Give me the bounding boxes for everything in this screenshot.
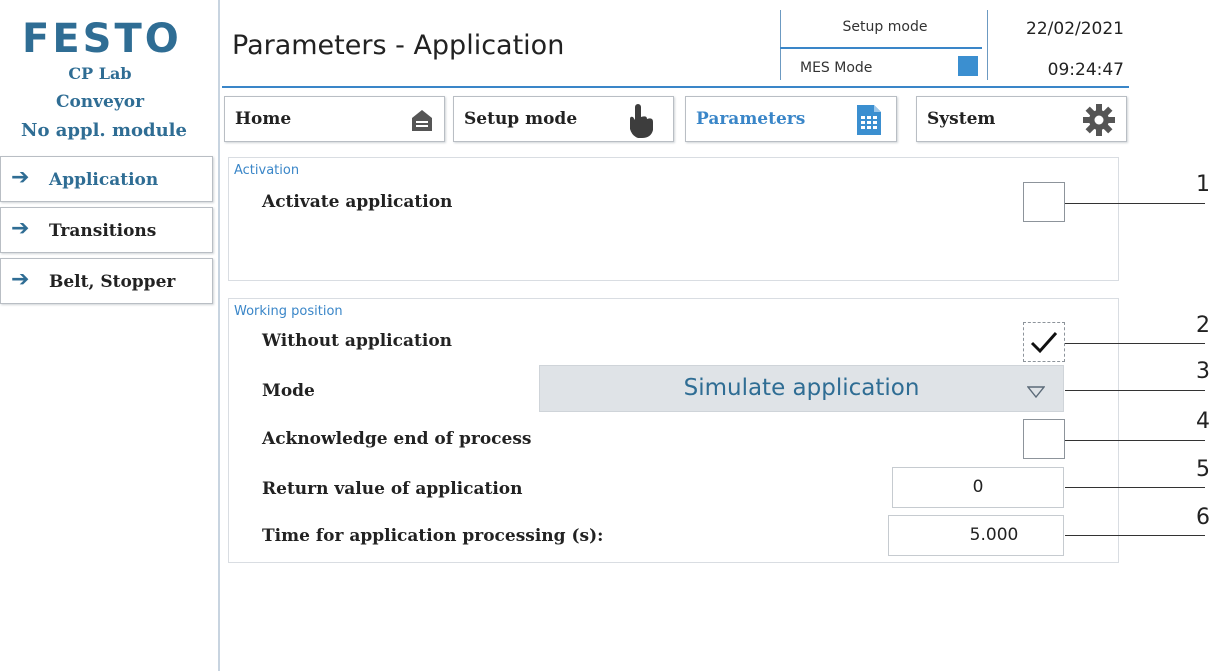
callout-line <box>1065 343 1205 344</box>
festo-logo-text: FESTO <box>22 18 182 58</box>
time-display: 09:24:47 <box>1047 60 1124 80</box>
callout-number: 5 <box>1196 457 1210 482</box>
callout-number: 2 <box>1196 313 1210 338</box>
hand-pointer-icon <box>626 103 656 143</box>
arrow-right-icon: ➔ <box>11 267 30 292</box>
setup-mode-status: Setup mode <box>842 19 928 35</box>
sidebar-item-label: Belt, Stopper <box>49 272 176 292</box>
header-underline <box>222 86 1129 88</box>
sidebar-item-transitions[interactable]: ➔ Transitions <box>0 207 213 253</box>
mode-divider <box>780 47 982 49</box>
festo-logo: FESTO <box>22 16 194 62</box>
gear-icon <box>1083 104 1115 140</box>
working-position-group-title: Working position <box>234 304 343 319</box>
mode-label: Mode <box>262 381 315 401</box>
system-button[interactable]: System <box>916 96 1127 142</box>
parameters-button[interactable]: Parameters <box>685 96 897 142</box>
setup-mode-button[interactable]: Setup mode <box>453 96 674 142</box>
home-button[interactable]: Home <box>224 96 445 142</box>
callout-number: 6 <box>1196 505 1210 530</box>
mode-dropdown[interactable]: Simulate application <box>539 365 1064 412</box>
arrow-right-icon: ➔ <box>11 165 30 190</box>
callout-number: 4 <box>1196 409 1210 434</box>
station-name: CP Lab <box>68 64 132 83</box>
activate-application-label: Activate application <box>262 192 453 212</box>
activation-group <box>228 157 1119 281</box>
without-application-label: Without application <box>262 331 453 351</box>
parameters-sheet-icon <box>856 104 882 140</box>
header-separator <box>780 10 781 80</box>
acknowledge-end-label: Acknowledge end of process <box>262 429 532 449</box>
system-button-label: System <box>927 109 996 129</box>
return-value-label: Return value of application <box>262 479 523 499</box>
date-display: 22/02/2021 <box>1026 19 1124 39</box>
parameters-button-label: Parameters <box>696 109 806 129</box>
header-separator <box>987 10 988 80</box>
page-title: Parameters - Application <box>232 30 565 61</box>
processing-time-label: Time for application processing (s): <box>262 526 604 546</box>
sidebar-item-application[interactable]: ➔ Application <box>0 156 213 202</box>
mode-dropdown-value: Simulate application <box>683 375 920 401</box>
callout-line <box>1065 535 1205 536</box>
house-icon <box>411 108 433 136</box>
without-application-checkbox[interactable] <box>1023 322 1065 362</box>
return-value-field[interactable]: 0 <box>892 467 1064 508</box>
checkmark-icon <box>1030 329 1058 359</box>
sidebar-item-belt-stopper[interactable]: ➔ Belt, Stopper <box>0 258 213 304</box>
left-divider <box>218 0 220 671</box>
sidebar-item-label: Transitions <box>49 221 157 241</box>
setup-mode-button-label: Setup mode <box>464 109 578 129</box>
callout-line <box>1065 440 1205 441</box>
arrow-right-icon: ➔ <box>11 216 30 241</box>
station-type: Conveyor <box>55 92 145 112</box>
mes-mode-indicator <box>958 56 978 76</box>
callout-line <box>1065 203 1205 204</box>
callout-line <box>1065 390 1205 391</box>
activation-group-title: Activation <box>234 163 300 178</box>
mes-mode-label: MES Mode <box>800 60 873 76</box>
module-status: No appl. module <box>21 120 187 141</box>
callout-number: 1 <box>1196 172 1210 197</box>
acknowledge-end-checkbox[interactable] <box>1023 419 1065 459</box>
activate-application-checkbox[interactable] <box>1023 182 1065 222</box>
sidebar-item-label: Application <box>49 170 159 190</box>
callout-line <box>1065 487 1205 488</box>
processing-time-field[interactable]: 5.000 <box>888 515 1064 556</box>
home-button-label: Home <box>235 109 292 129</box>
dropdown-arrow-icon <box>1026 383 1046 402</box>
callout-number: 3 <box>1196 359 1210 384</box>
